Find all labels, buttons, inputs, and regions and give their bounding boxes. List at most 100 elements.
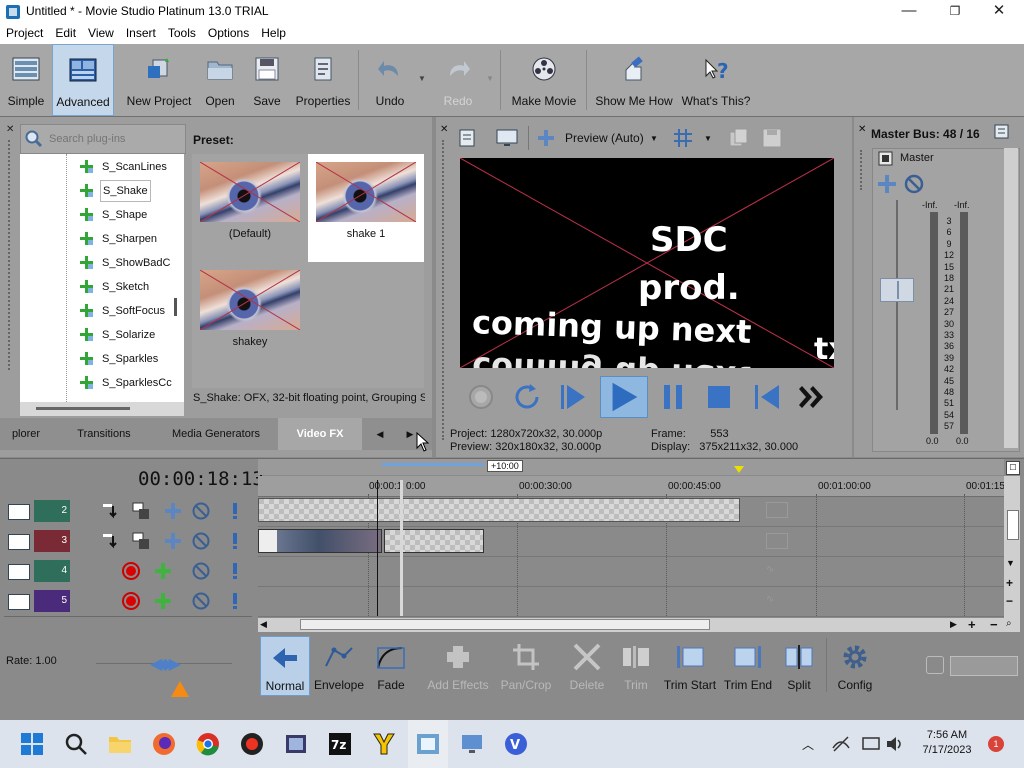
zoom-slider[interactable] xyxy=(950,656,1018,676)
preset-shakey[interactable]: shakey xyxy=(192,262,308,370)
preset-shake-1[interactable]: shake 1 xyxy=(308,154,424,262)
loop-playback-button[interactable] xyxy=(510,378,544,416)
play-from-start-button[interactable] xyxy=(556,378,590,416)
arm-record-icon[interactable] xyxy=(122,592,140,610)
track-fx-icon[interactable] xyxy=(154,562,172,580)
whats-this-button[interactable]: ? What's This? xyxy=(680,44,752,116)
mute-icon[interactable] xyxy=(192,532,210,550)
search-taskbar-icon[interactable] xyxy=(64,732,88,756)
windows-start-icon[interactable] xyxy=(20,732,44,756)
menu-insert[interactable]: Insert xyxy=(120,24,162,42)
track-fx-icon[interactable] xyxy=(164,502,182,520)
panel-grip[interactable] xyxy=(8,140,16,370)
solo-icon[interactable] xyxy=(226,592,244,610)
preview-quality-chevron-icon[interactable]: ▼ xyxy=(650,134,658,143)
track-minimize-icon[interactable] xyxy=(8,534,30,550)
external-monitor-icon[interactable] xyxy=(496,128,518,148)
arm-record-icon[interactable] xyxy=(122,562,140,580)
timeline-hscroll-thumb[interactable] xyxy=(300,619,710,630)
loop-region-bar[interactable] xyxy=(382,463,484,466)
menu-tools[interactable]: Tools xyxy=(162,24,202,42)
new-project-button[interactable]: New Project xyxy=(122,44,196,116)
mixer-vscrollbar[interactable] xyxy=(1004,148,1018,448)
simple-button[interactable]: Simple xyxy=(2,44,50,116)
volume-icon[interactable] xyxy=(886,736,904,752)
zoom-in-horizontal-icon[interactable]: + xyxy=(968,617,976,632)
trim-button[interactable]: Trim xyxy=(614,636,658,696)
y-app-icon[interactable] xyxy=(372,732,396,756)
monitor-app-icon[interactable] xyxy=(460,732,484,756)
go-to-end-button[interactable] xyxy=(798,378,832,416)
master-fader-handle[interactable] xyxy=(880,278,914,302)
display-icon[interactable] xyxy=(862,736,880,752)
track-motion-icon[interactable] xyxy=(132,532,150,550)
track-header[interactable]: 5 xyxy=(4,586,252,617)
trim-start-button[interactable]: Trim Start xyxy=(662,636,718,696)
fade-tool[interactable]: Fade xyxy=(368,636,414,696)
go-to-start-button[interactable] xyxy=(750,378,784,416)
timeline-hscrollbar[interactable]: ◀ ▶ + − ⌕ xyxy=(258,617,1020,632)
master-fx-icon[interactable] xyxy=(876,174,898,194)
tab-scroll-left[interactable]: ◀ xyxy=(368,418,392,450)
menu-options[interactable]: Options xyxy=(202,24,255,42)
firefox-icon[interactable] xyxy=(152,732,176,756)
zoom-tool-icon[interactable]: ⌕ xyxy=(1006,618,1012,629)
split-button[interactable]: Split xyxy=(778,636,820,696)
redo-button[interactable]: Redo xyxy=(432,44,484,116)
track-minimize-icon[interactable] xyxy=(8,594,30,610)
play-button[interactable] xyxy=(600,376,648,418)
tab-video-fx[interactable]: Video FX xyxy=(278,418,362,450)
save-button[interactable]: Save xyxy=(246,44,288,116)
overlays-chevron-icon[interactable]: ▼ xyxy=(704,134,712,143)
preview-close-icon[interactable]: ✕ xyxy=(440,124,448,135)
timeline-vscroll-thumb[interactable] xyxy=(1007,510,1019,540)
add-effects-button[interactable]: Add Effects xyxy=(426,636,490,696)
tree-scroll-thumb[interactable] xyxy=(174,298,177,316)
hscroll-right-icon[interactable]: ▶ xyxy=(950,619,957,630)
tab-media-generators[interactable]: Media Generators xyxy=(156,418,276,450)
marker-flag-icon[interactable] xyxy=(734,466,744,473)
clock[interactable]: 7:56 AM 7/17/2023 xyxy=(916,728,978,758)
panel-close-icon[interactable]: ✕ xyxy=(6,124,14,135)
video-editor-app-icon[interactable] xyxy=(284,732,308,756)
delete-button[interactable]: Delete xyxy=(564,636,610,696)
envelope-tool[interactable]: Envelope xyxy=(312,636,366,696)
solo-icon[interactable] xyxy=(226,532,244,550)
menu-help[interactable]: Help xyxy=(255,24,292,42)
track-fx-icon[interactable] xyxy=(164,532,182,550)
mixer-grip[interactable] xyxy=(860,150,866,190)
notification-badge[interactable]: 1 xyxy=(988,736,1004,752)
maximize-button[interactable]: ❐ xyxy=(932,0,978,24)
split-screen-icon[interactable] xyxy=(536,128,556,148)
track-header[interactable]: 4 xyxy=(4,556,252,587)
redo-dropdown-icon[interactable]: ▼ xyxy=(486,74,494,83)
master-mute-icon[interactable] xyxy=(904,174,924,194)
track-header[interactable]: 2 xyxy=(4,496,252,527)
track-motion-icon[interactable] xyxy=(132,502,150,520)
record-button[interactable] xyxy=(464,378,498,416)
copy-snapshot-icon[interactable] xyxy=(728,128,750,148)
search-plugins-box[interactable] xyxy=(20,124,186,154)
tab-transitions[interactable]: Transitions xyxy=(54,418,154,450)
compositing-mode-icon[interactable] xyxy=(102,502,120,520)
zoom-preview-icon[interactable] xyxy=(926,656,944,674)
properties-button[interactable]: Properties xyxy=(292,44,354,116)
master-properties-icon[interactable] xyxy=(878,151,894,167)
cursor-line[interactable] xyxy=(400,480,403,616)
compositing-mode-icon[interactable] xyxy=(102,532,120,550)
video-clip-track-2[interactable] xyxy=(258,498,740,522)
open-button[interactable]: Open xyxy=(198,44,242,116)
normal-edit-tool[interactable]: Normal xyxy=(260,636,310,696)
track-header[interactable]: 3 xyxy=(4,526,252,557)
trim-end-button[interactable]: Trim End xyxy=(722,636,774,696)
rate-slider-handle[interactable]: ◀◆▶ xyxy=(150,654,181,674)
preview-properties-icon[interactable] xyxy=(458,128,478,148)
save-snapshot-icon[interactable] xyxy=(762,128,782,148)
track-fx-icon[interactable] xyxy=(154,592,172,610)
preview-grip[interactable] xyxy=(442,140,448,440)
tab-explorer[interactable]: plorer xyxy=(0,418,52,450)
chrome-icon[interactable] xyxy=(196,732,220,756)
config-button[interactable]: Config xyxy=(832,636,878,696)
master-close-icon[interactable]: ✕ xyxy=(858,124,866,135)
solo-icon[interactable] xyxy=(226,562,244,580)
